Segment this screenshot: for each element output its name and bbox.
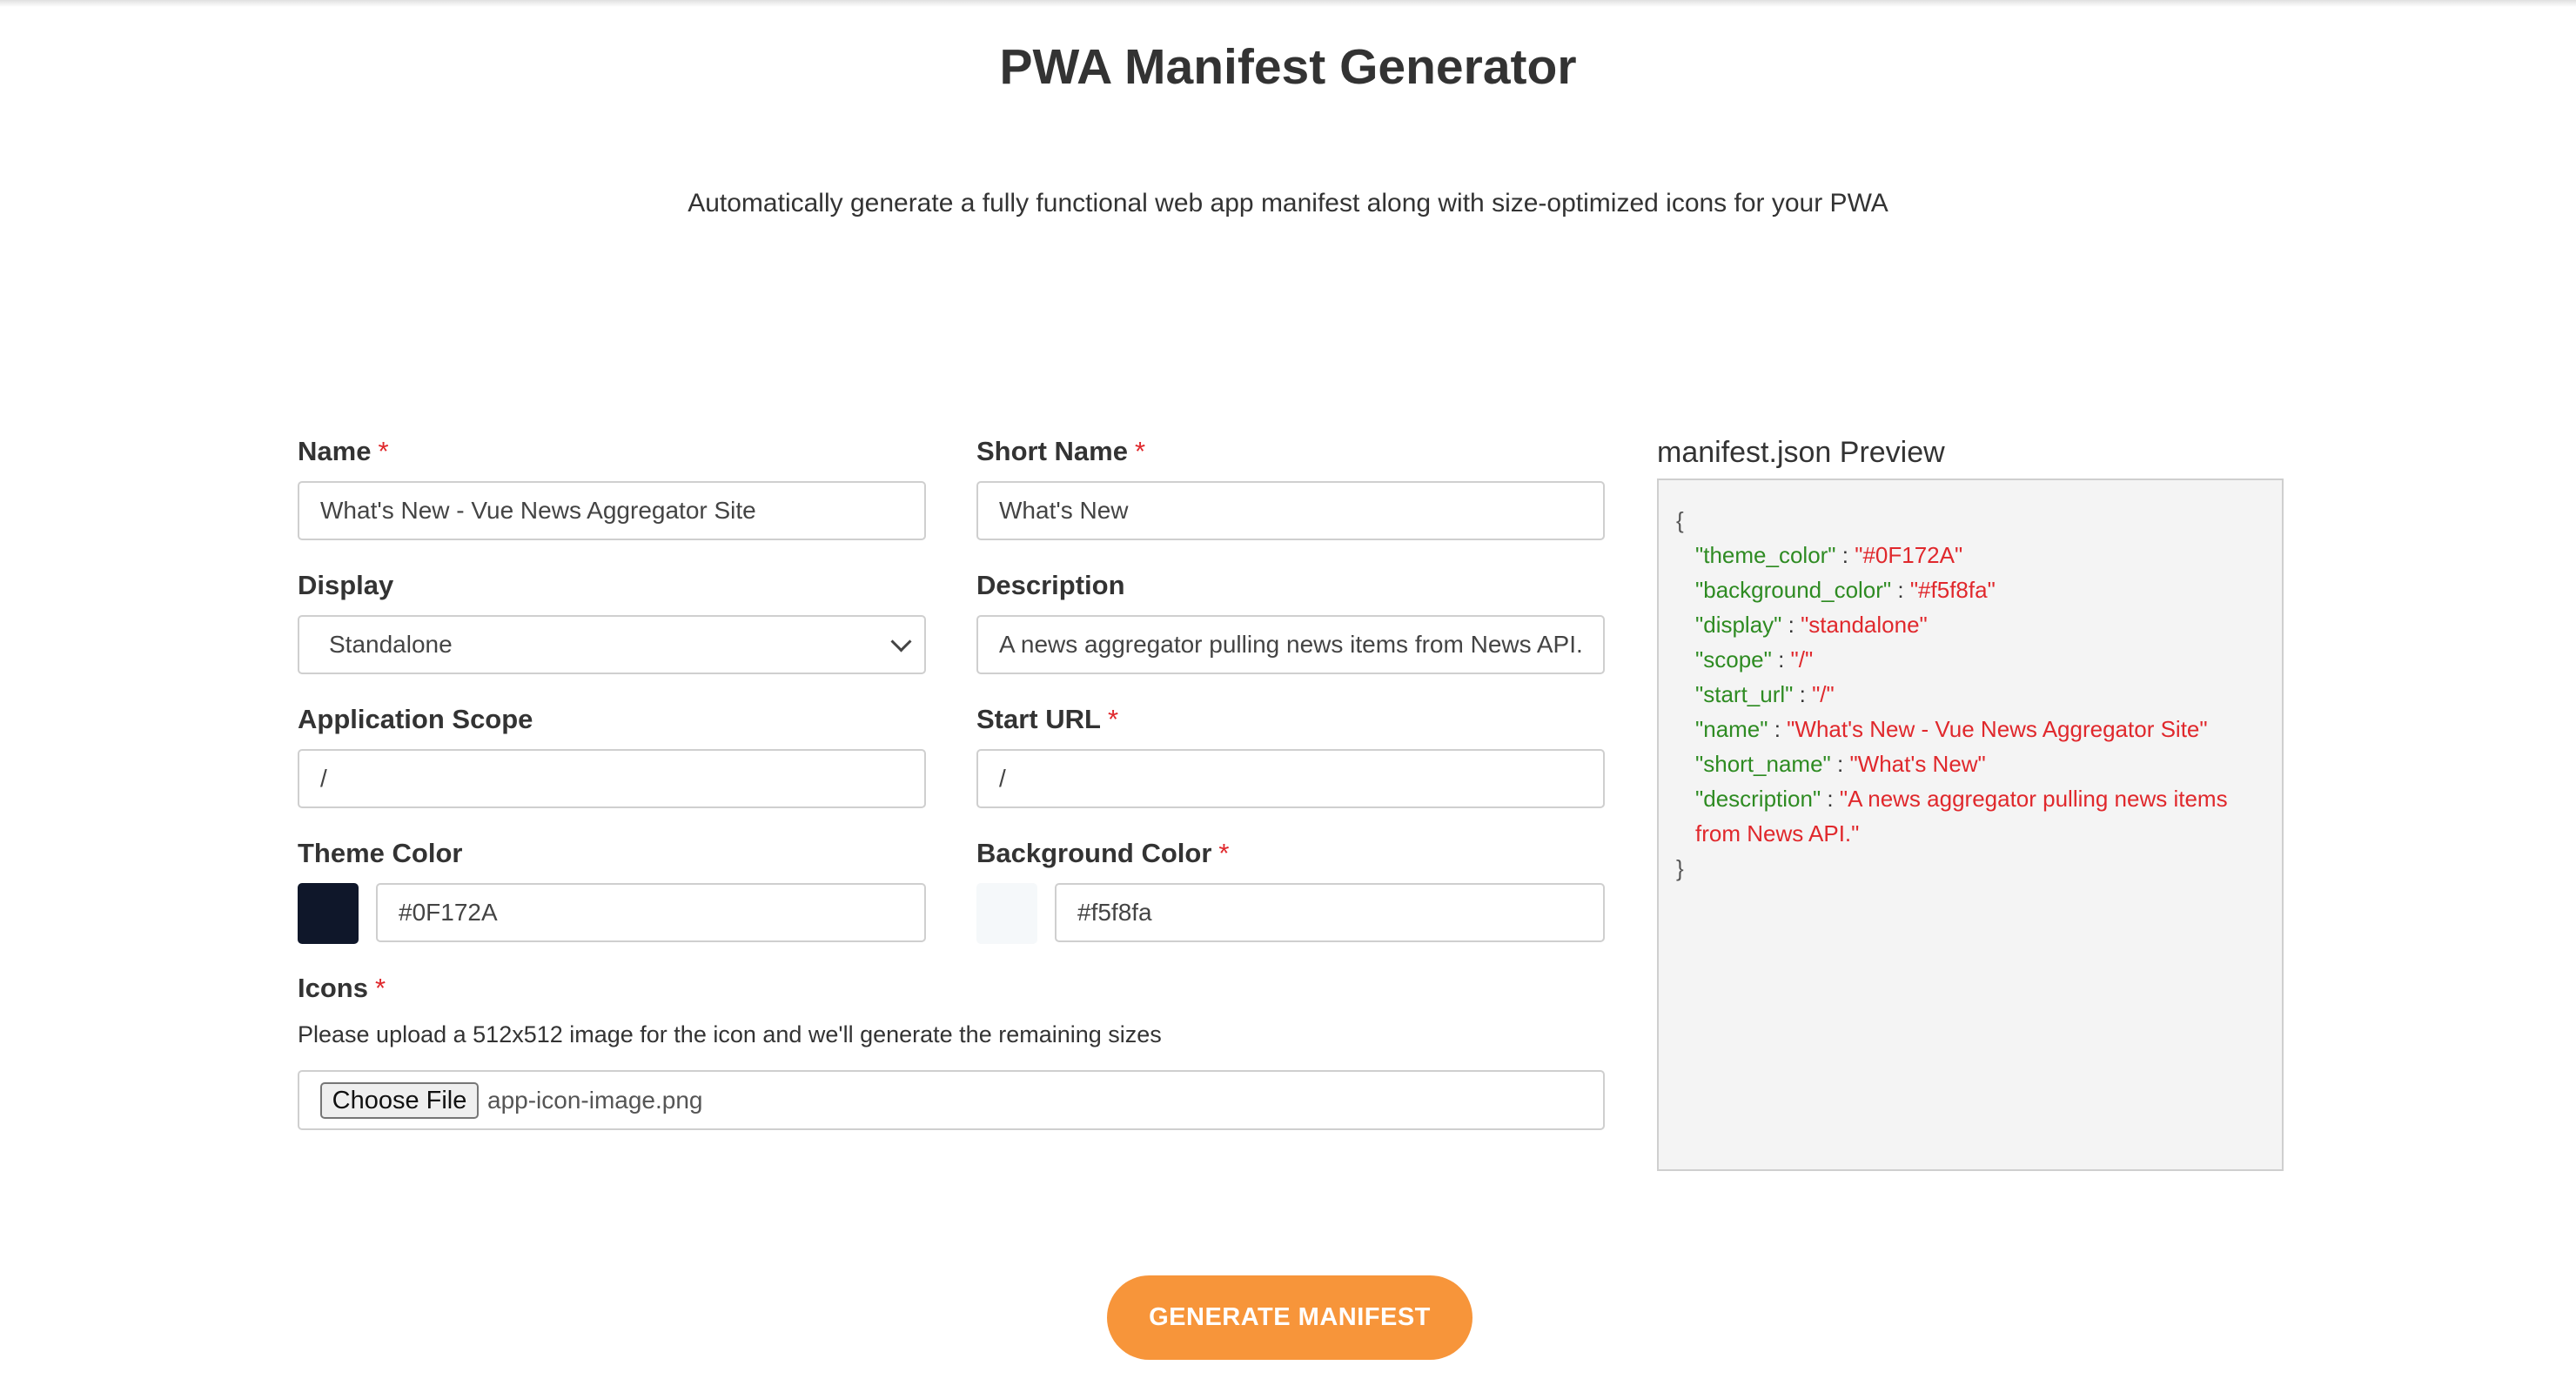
json-key: "name" (1695, 716, 1768, 742)
page: PWA Manifest Generator Automatically gen… (0, 0, 2576, 1392)
json-key: "description" (1695, 786, 1821, 812)
json-entry: "start_url" : "/" (1659, 677, 2282, 712)
required-marker: * (1218, 838, 1230, 868)
json-colon: : (1830, 751, 1850, 777)
icons-label-text: Icons (298, 973, 368, 1003)
start-url-label-text: Start URL (976, 704, 1101, 734)
json-entry: "scope" : "/" (1659, 642, 2282, 677)
scope-label-text: Application Scope (298, 704, 533, 734)
scope-input-value: / (320, 765, 327, 792)
description-label: Description (976, 570, 1125, 601)
json-entry: "theme_color" : "#0F172A" (1659, 538, 2282, 572)
theme-color-label-text: Theme Color (298, 838, 463, 868)
choose-file-button[interactable]: Choose File (320, 1082, 479, 1119)
json-key: "theme_color" (1695, 542, 1836, 568)
description-input-value: A news aggregator pulling news items fro… (999, 631, 1583, 658)
short-name-label: Short Name * (976, 436, 1145, 467)
background-color-input[interactable]: #f5f8fa (1055, 883, 1605, 942)
preview-title: manifest.json Preview (1657, 436, 1945, 469)
name-input[interactable]: What's New - Vue News Aggregator Site (298, 481, 926, 540)
start-url-input[interactable]: / (976, 749, 1605, 808)
json-value: "A news aggregator pulling news items (1839, 786, 2228, 812)
scope-label: Application Scope (298, 704, 533, 735)
json-colon: : (1793, 681, 1813, 707)
required-marker: * (374, 973, 386, 1003)
display-label-text: Display (298, 570, 394, 600)
json-colon: : (1835, 542, 1855, 568)
icons-hint: Please upload a 512x512 image for the ic… (298, 1021, 1162, 1047)
required-marker: * (1107, 704, 1119, 734)
json-open-brace: { (1676, 507, 1684, 533)
json-value: "#f5f8fa" (1909, 577, 1996, 603)
json-key: "background_color" (1695, 577, 1892, 603)
json-value: "standalone" (1801, 612, 1928, 638)
description-input[interactable]: A news aggregator pulling news items fro… (976, 615, 1605, 674)
json-entry: "display" : "standalone" (1659, 607, 2282, 642)
json-key: "start_url" (1695, 681, 1794, 707)
theme-color-label: Theme Color (298, 838, 462, 869)
start-url-input-value: / (999, 765, 1006, 792)
json-value: "/" (1790, 646, 1814, 673)
short-name-label-text: Short Name (976, 436, 1128, 466)
short-name-input-value: What's New (999, 497, 1129, 524)
json-key: "short_name" (1695, 751, 1831, 777)
theme-color-input-value: #0F172A (399, 899, 498, 926)
json-key: "scope" (1695, 646, 1772, 673)
json-colon: : (1781, 612, 1801, 638)
json-colon: : (1821, 786, 1840, 812)
json-entries: "theme_color" : "#0F172A" "background_col… (1659, 538, 2282, 851)
name-input-value: What's New - Vue News Aggregator Site (320, 497, 756, 524)
json-entry: "short_name" : "What's New" (1659, 746, 2282, 781)
icons-label: Icons * (298, 973, 386, 1004)
icon-file-input[interactable]: Choose File app-icon-image.png (298, 1070, 1605, 1130)
manifest-preview: { "theme_color" : "#0F172A" "background_c… (1657, 478, 2284, 1171)
description-label-text: Description (976, 570, 1125, 600)
json-entry: "description" : "A news aggregator pulli… (1659, 781, 2282, 816)
page-subtitle: Automatically generate a fully functiona… (688, 189, 1888, 218)
json-close-brace: } (1676, 855, 1684, 881)
required-marker: * (378, 436, 389, 466)
start-url-label: Start URL * (976, 704, 1118, 735)
json-key: "display" (1695, 612, 1782, 638)
json-value: "What's New - Vue News Aggregator Site" (1787, 716, 2208, 742)
json-value: "/" (1812, 681, 1835, 707)
required-marker: * (1134, 436, 1146, 466)
background-color-input-value: #f5f8fa (1077, 899, 1152, 926)
json-colon: : (1768, 716, 1788, 742)
json-entry: "background_color" : "#f5f8fa" (1659, 572, 2282, 607)
json-value: "What's New" (1849, 751, 1986, 777)
selected-file-name: app-icon-image.png (487, 1086, 703, 1114)
generate-manifest-button[interactable]: GENERATE MANIFEST (1107, 1275, 1472, 1360)
name-label-text: Name (298, 436, 372, 466)
chevron-down-icon (890, 631, 912, 652)
json-colon: : (1771, 646, 1791, 673)
json-entry: "name" : "What's New - Vue News Aggregat… (1659, 712, 2282, 746)
short-name-input[interactable]: What's New (976, 481, 1605, 540)
json-value: "#0F172A" (1855, 542, 1963, 568)
json-value-continuation: from News API." (1695, 820, 1860, 847)
page-title: PWA Manifest Generator (999, 39, 1577, 95)
display-label: Display (298, 570, 393, 601)
json-colon: : (1891, 577, 1910, 603)
display-select[interactable]: Standalone (298, 615, 926, 674)
name-label: Name * (298, 436, 389, 467)
background-color-label: Background Color * (976, 838, 1229, 869)
theme-color-swatch[interactable] (298, 883, 359, 944)
background-color-swatch[interactable] (976, 883, 1037, 944)
theme-color-input[interactable]: #0F172A (376, 883, 926, 942)
scope-input[interactable]: / (298, 749, 926, 808)
display-select-value: Standalone (329, 631, 453, 658)
top-shadow (0, 0, 2576, 7)
background-color-label-text: Background Color (976, 838, 1212, 868)
